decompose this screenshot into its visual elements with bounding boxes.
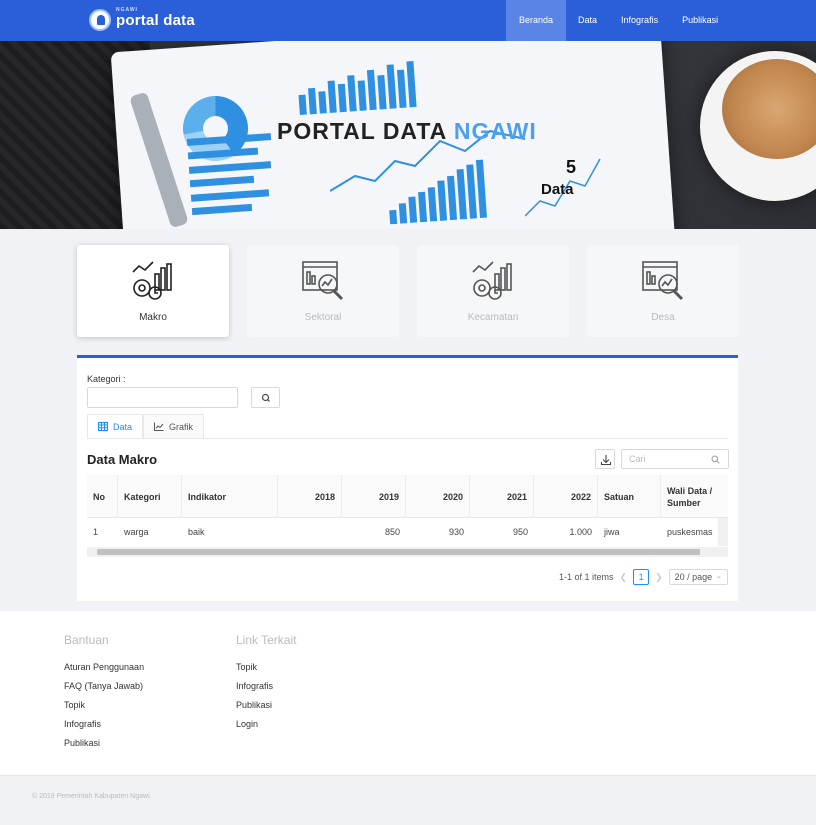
nav-beranda[interactable]: Beranda (506, 0, 567, 41)
search-icon (261, 393, 270, 402)
footer-link[interactable]: Topik (236, 662, 257, 672)
tab-divider (87, 438, 728, 439)
table-cell: 850 (384, 527, 400, 537)
main-nav: Beranda Data Infografis Publikasi (506, 0, 730, 41)
chart-gears-icon (132, 261, 172, 300)
table-cell: 930 (448, 527, 464, 537)
report-magnifier-icon (642, 261, 684, 301)
footer-heading-bantuan: Bantuan (64, 633, 109, 647)
copyright-bar: © 2019 Pemerintah Kabupaten Ngawi. (0, 775, 816, 825)
hero-banner: PORTAL DATA NGAWI 5 Data (0, 41, 816, 229)
pagination-summary: 1-1 of 1 items (559, 572, 614, 582)
category-label: Kecamatan (467, 312, 519, 323)
line-chart-icon (154, 422, 164, 431)
table-title: Data Makro (87, 452, 158, 467)
logo-icon (89, 9, 111, 31)
table-cell: puskesmas (667, 527, 713, 537)
navbar: NGAWI portal data Beranda Data Infografi… (0, 0, 816, 41)
table-cell: 1.000 (569, 527, 592, 537)
tab-label: Grafik (169, 421, 194, 432)
vbar-illustration-top (296, 57, 417, 116)
hero-title: PORTAL DATA NGAWI (277, 118, 537, 145)
column-header[interactable]: Satuan (598, 475, 661, 518)
table-cell: jiwa (604, 527, 620, 537)
horizontal-scrollbar[interactable] (87, 547, 728, 557)
footer-heading-link-terkait: Link Terkait (236, 633, 297, 647)
kategori-search-button[interactable] (251, 387, 280, 408)
footer-link[interactable]: Infografis (64, 719, 101, 729)
table-cell: 1 (93, 527, 99, 537)
nav-publikasi[interactable]: Publikasi (670, 0, 730, 41)
page-size-value: 20 / page (674, 572, 713, 582)
footer-link[interactable]: FAQ (Tanya Jawab) (64, 681, 143, 691)
category-label: Sektoral (304, 312, 342, 323)
table-cell: baik (188, 527, 205, 537)
column-header[interactable]: 2019 (342, 475, 406, 518)
column-header[interactable]: Wali Data / Sumber (661, 475, 728, 518)
category-label: Makro (139, 312, 167, 323)
footer-link[interactable]: Infografis (236, 681, 273, 691)
nav-data[interactable]: Data (566, 0, 609, 41)
category-label: Desa (651, 312, 675, 323)
hero-title-main: PORTAL DATA (277, 118, 454, 144)
category-card-makro[interactable]: Makro (77, 245, 229, 337)
coffee-cup-image (700, 51, 816, 201)
hero-title-accent: NGAWI (453, 118, 537, 144)
category-card-sektoral[interactable]: Sektoral (247, 245, 399, 337)
logo-region: NGAWI (116, 6, 138, 13)
footer-link[interactable]: Publikasi (64, 738, 100, 748)
page-number[interactable]: 1 (633, 569, 650, 585)
prev-page-icon[interactable]: ❮ (620, 572, 628, 583)
footer-link[interactable]: Publikasi (236, 700, 272, 710)
next-page-icon[interactable]: ❯ (655, 572, 663, 583)
table-header: No Kategori Indikator 2018 2019 2020 202… (87, 475, 728, 518)
tab-grafik[interactable]: Grafik (143, 414, 205, 439)
download-icon (600, 455, 612, 466)
table-icon (98, 422, 108, 431)
column-header[interactable]: Indikator (182, 475, 278, 518)
table-cell: 950 (512, 527, 528, 537)
footer: Bantuan Aturan Penggunaan FAQ (Tanya Jaw… (0, 611, 816, 775)
footer-link[interactable]: Topik (64, 700, 85, 710)
site-logo[interactable]: NGAWI portal data (89, 7, 195, 31)
report-magnifier-icon (302, 261, 344, 301)
chart-gears-icon (472, 261, 512, 300)
column-header[interactable]: 2021 (470, 475, 534, 518)
view-tabs: Data Grafik (87, 414, 205, 439)
column-header[interactable]: No (87, 475, 118, 518)
tab-label: Data (113, 421, 133, 432)
table-cell: warga (124, 527, 149, 537)
category-card-desa[interactable]: Desa (587, 245, 739, 337)
chevron-down-icon: ⌄ (716, 573, 723, 580)
hero-data-count: 5 (566, 157, 577, 177)
table-row[interactable]: 1 warga baik 850 930 950 1.000 jiwa pusk… (87, 518, 728, 546)
data-panel: Kategori : Data Grafik Data Makro No Kat… (77, 355, 738, 601)
logo-text: NGAWI portal data (116, 7, 195, 29)
column-header[interactable]: Kategori (118, 475, 182, 518)
copyright-text: © 2019 Pemerintah Kabupaten Ngawi. (32, 793, 152, 800)
logo-title: portal data (116, 11, 195, 29)
download-button[interactable] (595, 449, 615, 469)
tab-data[interactable]: Data (87, 414, 144, 439)
scrollbar-thumb[interactable] (97, 549, 700, 555)
category-card-kecamatan[interactable]: Kecamatan (417, 245, 569, 337)
search-icon[interactable] (711, 455, 720, 464)
hero-data-count-label: Data (541, 181, 574, 198)
footer-link[interactable]: Aturan Penggunaan (64, 662, 144, 672)
page-size-select[interactable]: 20 / page ⌄ (668, 569, 729, 585)
nav-infografis[interactable]: Infografis (609, 0, 670, 41)
column-header[interactable]: 2022 (534, 475, 598, 518)
column-header[interactable]: 2020 (406, 475, 470, 518)
vertical-scrollbar[interactable] (718, 518, 728, 546)
column-header[interactable]: 2018 (278, 475, 342, 518)
kategori-label: Kategori : (87, 374, 126, 384)
table-cell (278, 518, 342, 546)
pagination: 1-1 of 1 items ❮ 1 ❯ 20 / page ⌄ (559, 569, 729, 585)
kategori-select[interactable] (87, 387, 238, 408)
footer-link[interactable]: Login (236, 719, 258, 729)
